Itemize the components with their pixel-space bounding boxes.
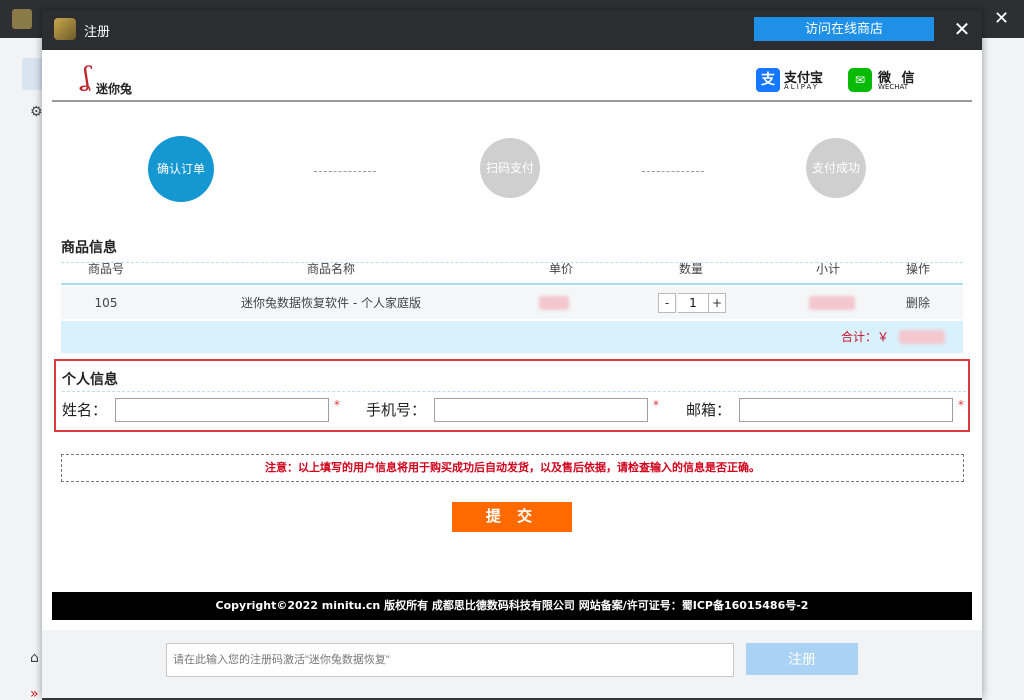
col-unit-price: 单价 (548, 262, 573, 276)
background-right-panel (982, 38, 1024, 700)
logo-text: 迷你兔 (96, 82, 133, 96)
step-connector (314, 171, 376, 172)
dialog-content: ʆ 迷你兔 支 支付宝 ALIPAY ✉ 微 信 WECHAT 确认订单 扫码支… (42, 50, 982, 630)
app-icon (12, 9, 32, 29)
product-id: 105 (94, 296, 118, 310)
decrease-button[interactable]: - (658, 293, 676, 313)
col-subtotal: 小计 (815, 262, 840, 276)
total-redacted (899, 330, 945, 344)
section-divider (62, 391, 966, 392)
dialog-titlebar: 注册 访问在线商店 ✕ (42, 10, 982, 50)
required-mark: * (653, 398, 659, 412)
total-row: 合计：￥ (61, 321, 963, 353)
email-label: 邮箱： (686, 401, 732, 419)
unit-price-redacted (539, 296, 569, 310)
minitu-logo: ʆ 迷你兔 (80, 62, 140, 96)
registration-code-input[interactable] (166, 643, 734, 677)
required-mark: * (334, 398, 340, 412)
wechat-icon: ✉ (848, 68, 872, 92)
quantity-value[interactable]: 1 (678, 293, 708, 313)
phone-label: 手机号： (366, 401, 427, 419)
product-name: 迷你兔数据恢复软件 - 个人家庭版 (241, 296, 421, 310)
total-label: 合计：￥ (841, 330, 890, 344)
col-action: 操作 (905, 262, 930, 276)
table-row: 105 迷你兔数据恢复软件 - 个人家庭版 - 1 + 删除 (61, 287, 963, 319)
sidebar-tab[interactable] (22, 58, 42, 90)
subtotal-redacted (809, 296, 855, 310)
step-pay-success: 支付成功 (806, 138, 866, 198)
col-product-id: 商品号 (87, 262, 124, 276)
email-input[interactable] (739, 398, 953, 422)
quantity-stepper: - 1 + (658, 293, 728, 313)
header-divider (52, 100, 972, 102)
step-connector (642, 171, 704, 172)
step-confirm-order: 确认订单 (148, 136, 214, 202)
register-dialog: 注册 访问在线商店 ✕ ʆ 迷你兔 支 支付宝 ALIPAY ✉ 微 信 WEC… (42, 10, 982, 698)
wechat-sub: WECHAT (878, 83, 909, 91)
submit-button[interactable]: 提 交 (452, 502, 572, 532)
personal-info-section: 个人信息 姓名： * 手机号： * 邮箱： * (54, 359, 970, 432)
activation-bar: 注册 (42, 630, 982, 698)
name-input[interactable] (115, 398, 329, 422)
app-logo-icon (54, 18, 76, 40)
required-mark: * (958, 398, 964, 412)
increase-button[interactable]: + (708, 293, 726, 313)
col-product-name: 商品名称 (306, 262, 355, 276)
close-icon[interactable]: ✕ (994, 8, 1009, 29)
gear-icon[interactable]: ⚙ (30, 104, 43, 120)
personal-section-title: 个人信息 (62, 372, 118, 388)
rabbit-logo-icon: ʆ (82, 62, 91, 92)
background-sidebar: ⚙ ⌂ » (0, 38, 43, 700)
notice-box: 注意：以上填写的用户信息将用于购买成功后自动发货，以及售后依据，请检查输入的信息… (61, 454, 964, 482)
visit-store-button[interactable]: 访问在线商店 (754, 17, 934, 41)
copyright-bar: Copyright©2022 minitu.cn 版权所有 成都思比德数码科技有… (52, 592, 972, 620)
table-header: 商品号 商品名称 单价 数量 小计 操作 (61, 253, 963, 285)
name-label: 姓名： (62, 401, 108, 419)
dialog-title: 注册 (84, 25, 111, 40)
step-scan-pay: 扫码支付 (480, 138, 540, 198)
col-quantity: 数量 (678, 262, 703, 276)
close-icon[interactable]: ✕ (950, 16, 974, 42)
phone-input[interactable] (434, 398, 648, 422)
alipay-icon: 支 (756, 68, 780, 92)
register-button[interactable]: 注册 (746, 643, 858, 675)
payment-logos: 支 支付宝 ALIPAY ✉ 微 信 WECHAT (756, 66, 926, 94)
delete-link[interactable]: 删除 (893, 287, 943, 319)
alipay-sub: ALIPAY (784, 83, 820, 91)
home-icon[interactable]: ⌂ (30, 650, 39, 666)
double-chevron-icon[interactable]: » (30, 686, 39, 700)
